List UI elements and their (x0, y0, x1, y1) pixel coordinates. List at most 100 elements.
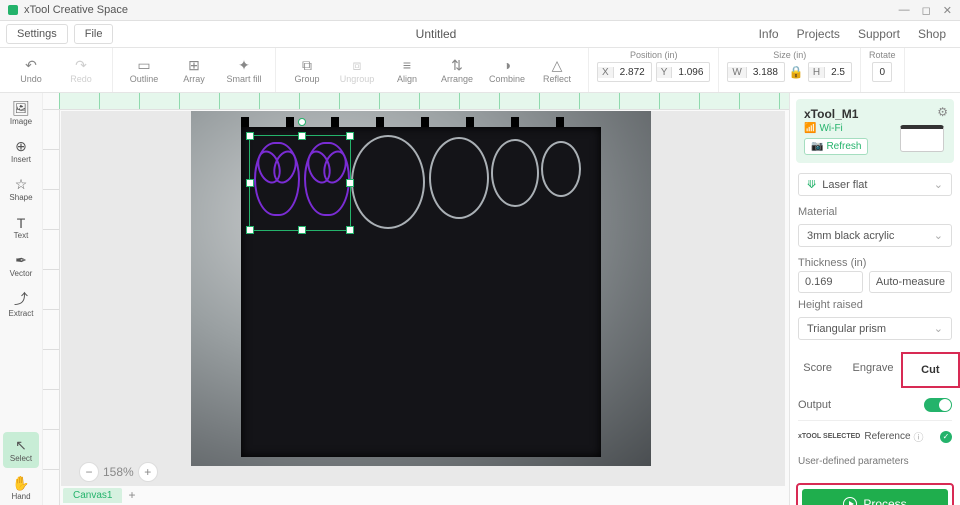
minimize-button[interactable]: — (899, 4, 910, 17)
resize-handle[interactable] (298, 226, 306, 234)
canvas-tab[interactable]: Canvas1 (63, 488, 122, 503)
resize-handle[interactable] (298, 132, 306, 140)
close-button[interactable]: ✕ (943, 4, 952, 17)
text-tool[interactable]: TText (3, 209, 39, 245)
size-w-input[interactable]: W3.188 (727, 62, 784, 82)
material-select[interactable]: 3mm black acrylic⌄ (798, 224, 952, 247)
artwork-ellipse (351, 135, 425, 229)
outline-icon: ▭ (137, 56, 150, 74)
size-h-input[interactable]: H2.5 (808, 62, 852, 82)
combine-button[interactable]: ◑Combine (482, 54, 532, 86)
array-button[interactable]: ⊞Array (169, 54, 219, 86)
shop-link[interactable]: Shop (918, 27, 946, 41)
resize-handle[interactable] (246, 179, 254, 187)
group-button[interactable]: ⧉Group (282, 54, 332, 86)
zoom-in-button[interactable]: + (138, 462, 158, 482)
maximize-button[interactable]: ◻ (922, 4, 931, 17)
smartfill-icon: ✦ (238, 56, 250, 74)
design-object[interactable] (254, 142, 300, 216)
support-link[interactable]: Support (858, 27, 900, 41)
selection-bounds[interactable] (249, 135, 351, 231)
resize-handle[interactable] (246, 132, 254, 140)
resize-handle[interactable] (346, 179, 354, 187)
position-label: Position (in) (630, 50, 678, 60)
rotate-input[interactable]: 0 (872, 62, 892, 82)
projects-link[interactable]: Projects (797, 27, 840, 41)
canvas-area[interactable]: − 158% + Canvas1 + (43, 93, 789, 505)
select-tool[interactable]: ↖Select (3, 432, 39, 468)
auto-measure-button[interactable]: Auto-measure (869, 271, 952, 293)
camera-preview (191, 111, 651, 466)
undo-button[interactable]: ↶Undo (6, 54, 56, 86)
tab-engrave[interactable]: Engrave (845, 352, 900, 388)
device-settings-icon[interactable]: ⚙ (937, 105, 948, 119)
toolbar: ↶Undo ↷Redo ▭Outline ⊞Array ✦Smart fill … (0, 48, 960, 93)
refresh-button[interactable]: 📷Refresh (804, 138, 868, 155)
height-raised-label: Height raised (798, 299, 952, 311)
info-link[interactable]: Info (759, 27, 779, 41)
chevron-down-icon: ⌄ (934, 178, 943, 191)
vector-icon: ✒ (15, 252, 27, 269)
process-highlight: Process (796, 483, 954, 505)
reflect-icon: △ (552, 56, 563, 74)
canvas-stage[interactable]: − 158% + Canvas1 + (61, 111, 785, 486)
resize-handle[interactable] (346, 226, 354, 234)
right-panel: ⚙ xTool_M1 📶Wi-Fi 📷Refresh ⟱ Laser flat⌄… (789, 93, 960, 505)
extract-tool[interactable]: ⤴Extract (3, 285, 39, 321)
reflect-button[interactable]: △Reflect (532, 54, 582, 86)
vertical-ruler (43, 109, 60, 505)
group-icon: ⧉ (302, 56, 312, 74)
user-params-link[interactable]: User-defined parameters (798, 456, 952, 467)
resize-handle[interactable] (346, 132, 354, 140)
outline-button[interactable]: ▭Outline (119, 54, 169, 86)
pos-y-input[interactable]: Y1.096 (656, 62, 711, 82)
hand-icon: ✋ (12, 475, 29, 492)
vector-tool[interactable]: ✒Vector (3, 247, 39, 283)
hand-tool[interactable]: ✋Hand (3, 470, 39, 505)
height-raised-select[interactable]: Triangular prism⌄ (798, 317, 952, 340)
check-icon: ✓ (940, 431, 952, 443)
left-toolbar: 🖼Image ⊕Insert ☆Shape TText ✒Vector ⤴Ext… (0, 93, 43, 505)
add-canvas-button[interactable]: + (128, 488, 135, 502)
xtool-selected-badge: xTOOL SELECTED (798, 433, 860, 440)
ungroup-button[interactable]: ⧈Ungroup (332, 54, 382, 86)
image-tool[interactable]: 🖼Image (3, 95, 39, 131)
chevron-down-icon: ⌄ (934, 229, 943, 242)
tab-score[interactable]: Score (790, 352, 845, 388)
artwork-ellipse (429, 137, 489, 219)
lock-ratio-icon[interactable]: 🔒 (789, 65, 804, 79)
insert-tool[interactable]: ⊕Insert (3, 133, 39, 169)
rotate-label: Rotate (869, 50, 896, 60)
reference-row[interactable]: xTOOL SELECTED Reference ⓘ ✓ (798, 420, 952, 444)
thickness-label: Thickness (in) (798, 257, 952, 269)
info-icon[interactable]: ⓘ (914, 429, 924, 444)
zoom-out-button[interactable]: − (79, 462, 99, 482)
shape-tool[interactable]: ☆Shape (3, 171, 39, 207)
align-button[interactable]: ≡Align (382, 54, 432, 86)
arrange-button[interactable]: ⇅Arrange (432, 54, 482, 86)
rotate-handle[interactable] (298, 118, 306, 126)
extract-icon: ⤴ (14, 289, 28, 309)
wifi-icon: 📶 (804, 123, 816, 134)
artwork-ellipse (491, 139, 539, 207)
laser-icon: ⟱ (807, 178, 816, 191)
design-object[interactable] (304, 142, 350, 216)
output-toggle[interactable] (924, 398, 952, 412)
resize-handle[interactable] (246, 226, 254, 234)
text-icon: T (17, 215, 26, 231)
process-button[interactable]: Process (802, 489, 948, 505)
menu-bar: Settings File Untitled Info Projects Sup… (0, 21, 960, 48)
file-menu[interactable]: File (74, 24, 114, 44)
insert-icon: ⊕ (15, 138, 27, 155)
zoom-controls: − 158% + (79, 462, 158, 482)
thickness-input[interactable]: 0.169 (798, 271, 863, 293)
smartfill-button[interactable]: ✦Smart fill (219, 54, 269, 86)
shape-icon: ☆ (15, 176, 28, 193)
undo-icon: ↶ (25, 56, 37, 74)
tab-cut[interactable]: Cut (901, 352, 960, 388)
processing-mode-select[interactable]: ⟱ Laser flat⌄ (798, 173, 952, 196)
redo-button[interactable]: ↷Redo (56, 54, 106, 86)
horizontal-ruler (59, 93, 789, 110)
settings-menu[interactable]: Settings (6, 24, 68, 44)
pos-x-input[interactable]: X2.872 (597, 62, 652, 82)
